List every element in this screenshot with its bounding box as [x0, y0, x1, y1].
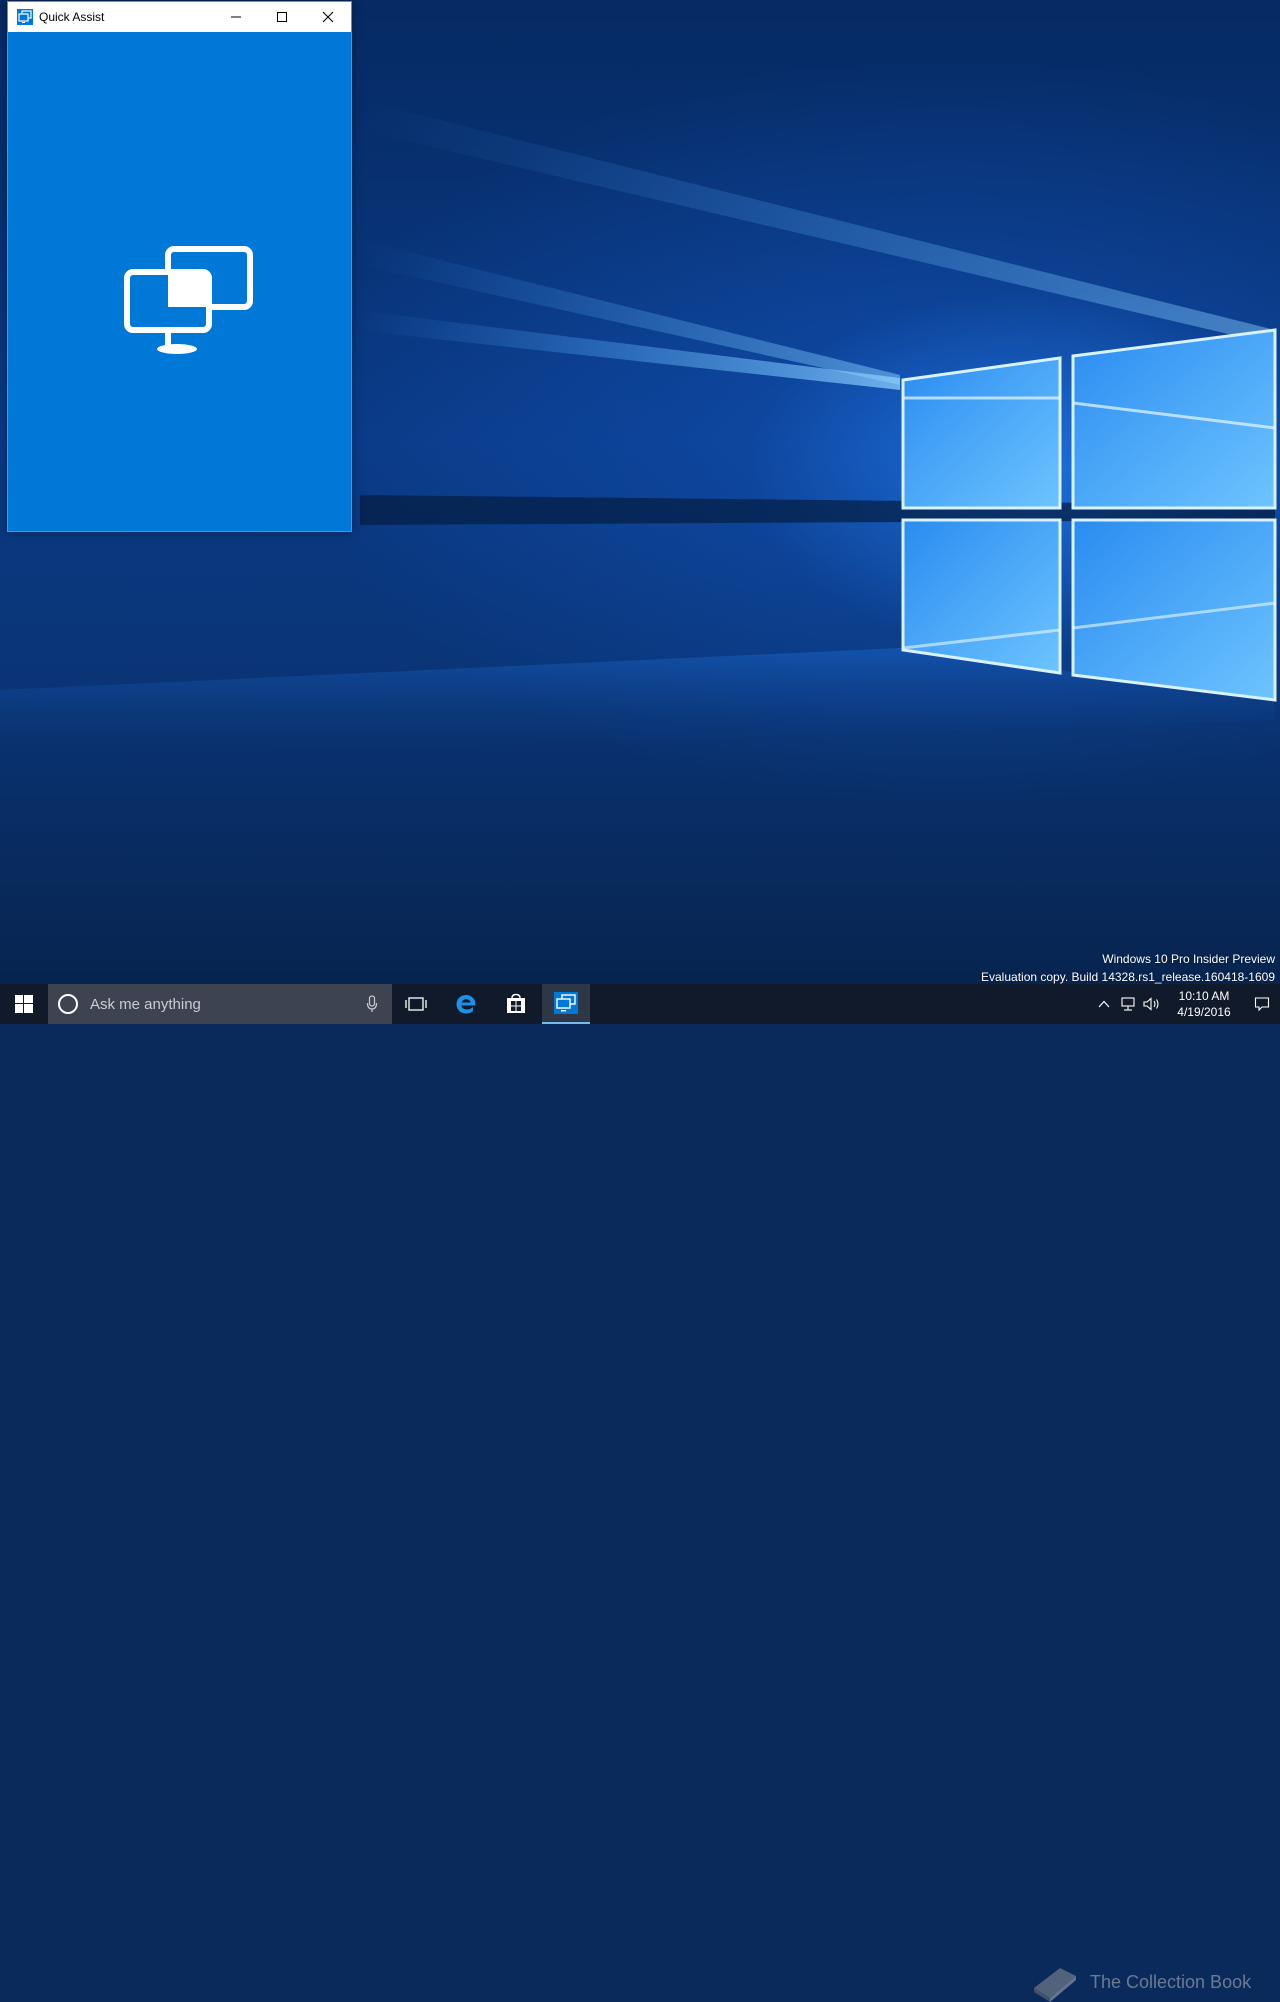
- taskbar: Ask me anything 10:10 AM 4/19/2016 The C…: [0, 984, 1280, 2002]
- maximize-button[interactable]: [259, 2, 305, 32]
- action-center-button[interactable]: [1244, 984, 1280, 1024]
- quick-assist-icon: [554, 992, 578, 1014]
- show-hidden-icons-button[interactable]: [1092, 984, 1116, 1024]
- cortana-search-box[interactable]: Ask me anything: [48, 984, 392, 1024]
- task-view-button[interactable]: [392, 984, 440, 1024]
- quick-assist-window[interactable]: Quick Assist: [7, 1, 352, 532]
- watermark-edition: Windows 10 Pro Insider Preview: [1102, 952, 1275, 966]
- edge-icon: [456, 995, 476, 1014]
- close-icon: [322, 11, 334, 23]
- store-icon: [507, 993, 525, 1013]
- book-icon: [1034, 1968, 1076, 2002]
- quick-assist-icon: [17, 9, 33, 25]
- build-watermark: Windows 10 Pro Insider Preview Evaluatio…: [981, 950, 1275, 984]
- edge-taskbar-button[interactable]: [442, 984, 490, 1024]
- minimize-icon: [231, 16, 241, 18]
- clock[interactable]: 10:10 AM 4/19/2016: [1164, 988, 1244, 1020]
- search-input[interactable]: Ask me anything: [90, 996, 366, 1013]
- title-bar[interactable]: Quick Assist: [8, 2, 351, 32]
- volume-button[interactable]: [1140, 984, 1164, 1024]
- notification-icon: [1254, 997, 1270, 1012]
- network-icon: [1121, 997, 1135, 1011]
- maximize-icon: [277, 12, 287, 22]
- chevron-up-icon: [1098, 1000, 1110, 1008]
- start-button[interactable]: [0, 984, 48, 1024]
- overlay-text: The Collection Book: [1090, 1971, 1252, 1992]
- clock-date: 4/19/2016: [1177, 1005, 1231, 1019]
- system-tray: 10:10 AM 4/19/2016: [1092, 984, 1280, 1024]
- network-button[interactable]: [1116, 984, 1140, 1024]
- overlay-watermark: The Collection Book: [1030, 1962, 1251, 2002]
- store-taskbar-button[interactable]: [492, 984, 540, 1024]
- quick-assist-taskbar-button[interactable]: [542, 984, 590, 1024]
- close-button[interactable]: [305, 2, 351, 32]
- window-title: Quick Assist: [39, 10, 105, 24]
- minimize-button[interactable]: [213, 2, 259, 32]
- windows-start-icon: [15, 995, 33, 1013]
- volume-icon: [1143, 997, 1159, 1011]
- watermark-build: Evaluation copy. Build 14328.rs1_release…: [981, 970, 1275, 984]
- remote-desktop-icon: [124, 246, 253, 354]
- cortana-icon: [58, 994, 78, 1014]
- microphone-icon[interactable]: [366, 995, 378, 1013]
- clock-time: 10:10 AM: [1178, 989, 1230, 1003]
- task-view-icon: [405, 997, 427, 1011]
